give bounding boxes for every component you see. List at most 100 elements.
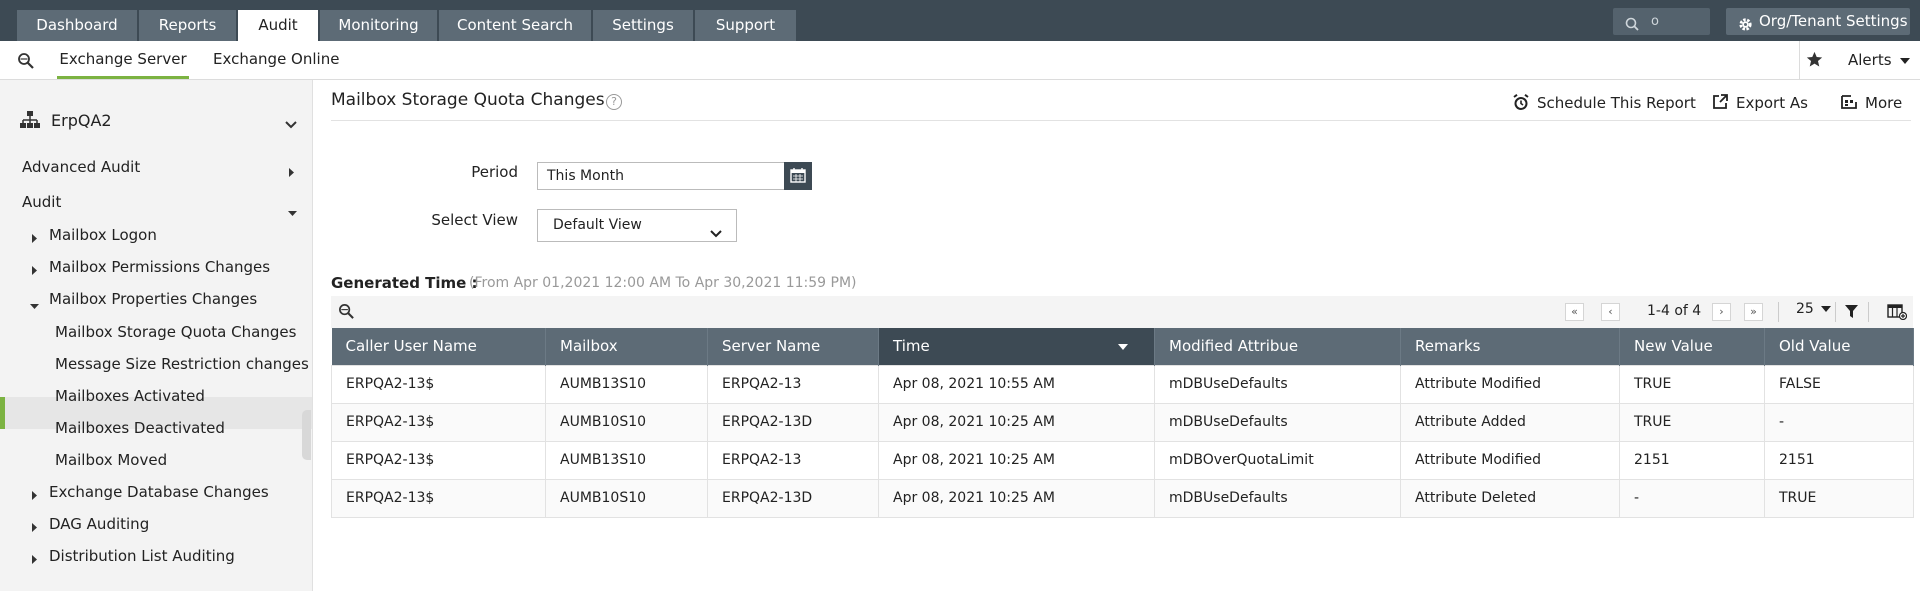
report-panel: Mailbox Storage Quota Changes ? Schedule…	[313, 80, 1920, 591]
column-header-time[interactable]: Time	[878, 328, 1155, 365]
table-toolbar: « ‹ 1-4 of 4 › » 25	[331, 296, 1913, 328]
tab-dashboard[interactable]: Dashboard	[17, 10, 137, 41]
tab-content-search[interactable]: Content Search	[439, 10, 591, 41]
global-search-input[interactable]: o	[1613, 8, 1710, 35]
audit-table: Caller User Name Mailbox Server Name Tim…	[331, 328, 1914, 518]
sidebar-item-mailbox-storage-quota-changes[interactable]: Mailbox Storage Quota Changes	[55, 323, 296, 341]
subtab-exchange-online[interactable]: Exchange Online	[213, 41, 339, 79]
tab-monitoring[interactable]: Monitoring	[320, 10, 437, 41]
sidebar-item-mailbox-properties-changes[interactable]: Mailbox Properties Changes	[49, 290, 257, 308]
alerts-label: Alerts	[1848, 51, 1892, 69]
sidebar-item-mailboxes-activated[interactable]: Mailboxes Activated	[55, 387, 205, 405]
cell-time: Apr 08, 2021 10:25 AM	[878, 440, 1155, 480]
generated-time-range: (From Apr 01,2021 12:00 AM To Apr 30,202…	[469, 275, 857, 291]
export-as-label: Export As	[1736, 94, 1808, 112]
cell-new-value: TRUE	[1619, 402, 1765, 442]
sidebar-collapse-handle[interactable]	[302, 410, 311, 460]
caret-right-icon	[289, 165, 294, 181]
select-view-dropdown[interactable]: Default View	[537, 209, 737, 242]
last-page-button[interactable]: »	[1744, 303, 1763, 321]
caret-right-icon	[32, 231, 37, 247]
more-icon	[1841, 94, 1857, 114]
column-chooser-icon[interactable]	[1887, 304, 1908, 324]
divider	[331, 120, 1911, 121]
calendar-icon	[790, 168, 806, 183]
chevron-down-icon	[1900, 57, 1911, 64]
sidebar-item-mailbox-permissions-changes[interactable]: Mailbox Permissions Changes	[49, 258, 270, 276]
chevron-down-icon[interactable]	[285, 117, 297, 133]
calendar-button[interactable]	[784, 162, 812, 190]
schedule-report-label: Schedule This Report	[1537, 94, 1696, 112]
search-filter-icon[interactable]	[17, 52, 35, 74]
sidebar-section-advanced-audit[interactable]: Advanced Audit	[22, 158, 140, 176]
sidebar-item-message-size-restriction-changes[interactable]: Message Size Restriction changes	[55, 355, 309, 373]
page-size-value: 25	[1796, 301, 1814, 317]
help-icon[interactable]: ?	[606, 94, 622, 110]
prev-page-button[interactable]: ‹	[1601, 303, 1620, 321]
cell-server-name: ERPQA2-13D	[707, 478, 879, 518]
alarm-clock-icon	[1513, 93, 1529, 115]
cell-modified-attribute: mDBOverQuotaLimit	[1154, 440, 1401, 480]
caret-down-icon	[30, 297, 39, 313]
subtab-exchange-server[interactable]: Exchange Server	[57, 41, 189, 79]
caret-down-icon	[288, 204, 297, 220]
sidebar-item-mailboxes-deactivated[interactable]: Mailboxes Deactivated	[55, 419, 225, 437]
cell-remarks: Attribute Deleted	[1400, 478, 1620, 518]
column-header-server-name[interactable]: Server Name	[707, 328, 879, 365]
sidebar-item-exchange-database-changes[interactable]: Exchange Database Changes	[49, 483, 269, 501]
cell-mailbox: AUMB13S10	[545, 440, 708, 480]
cell-time: Apr 08, 2021 10:55 AM	[878, 364, 1155, 404]
column-header-caller-user-name[interactable]: Caller User Name	[331, 328, 546, 365]
sidebar-item-dag-auditing[interactable]: DAG Auditing	[49, 515, 149, 533]
period-input[interactable]: This Month	[537, 162, 786, 190]
period-label: Period	[471, 163, 518, 181]
tab-settings[interactable]: Settings	[593, 10, 693, 41]
cell-new-value: -	[1619, 478, 1765, 518]
table-row[interactable]: ERPQA2-13$ AUMB13S10 ERPQA2-13 Apr 08, 2…	[331, 364, 1914, 404]
sidebar-item-mailbox-logon[interactable]: Mailbox Logon	[49, 226, 157, 244]
org-tenant-settings-label: Org/Tenant Settings	[1759, 12, 1908, 30]
sidebar-section-audit[interactable]: Audit	[22, 193, 61, 211]
export-as-button[interactable]: Export As	[1713, 94, 1808, 112]
table-search-icon[interactable]	[338, 303, 355, 324]
column-header-mailbox[interactable]: Mailbox	[545, 328, 708, 365]
next-page-button[interactable]: ›	[1712, 303, 1731, 321]
more-button[interactable]: More	[1841, 94, 1903, 112]
tab-support[interactable]: Support	[695, 10, 796, 41]
column-header-new-value[interactable]: New Value	[1619, 328, 1765, 365]
tab-audit[interactable]: Audit	[238, 10, 318, 41]
cell-remarks: Attribute Modified	[1400, 364, 1620, 404]
org-selector[interactable]: ErpQA2	[51, 111, 112, 130]
caret-right-icon	[32, 488, 37, 504]
more-label: More	[1865, 94, 1903, 112]
sidebar: ErpQA2 Advanced Audit Audit Mailbox Logo…	[0, 80, 313, 591]
table-row[interactable]: ERPQA2-13$ AUMB10S10 ERPQA2-13D Apr 08, …	[331, 478, 1914, 518]
chevron-down-icon	[710, 219, 722, 250]
page-title: Mailbox Storage Quota Changes	[331, 90, 605, 110]
table-row[interactable]: ERPQA2-13$ AUMB10S10 ERPQA2-13D Apr 08, …	[331, 402, 1914, 442]
schedule-report-button[interactable]: Schedule This Report	[1513, 93, 1696, 112]
cell-modified-attribute: mDBUseDefaults	[1154, 364, 1401, 404]
org-tenant-settings-button[interactable]: Org/Tenant Settings	[1726, 8, 1910, 35]
alerts-dropdown[interactable]: Alerts	[1848, 51, 1911, 69]
first-page-button[interactable]: «	[1565, 303, 1584, 321]
cell-remarks: Attribute Added	[1400, 402, 1620, 442]
filter-icon[interactable]	[1845, 305, 1858, 322]
page-size-dropdown[interactable]: 25	[1796, 301, 1832, 317]
column-header-time-label: Time	[893, 337, 930, 356]
column-header-modified-attribute[interactable]: Modified Attribue	[1154, 328, 1401, 365]
cell-caller-user-name: ERPQA2-13$	[331, 440, 546, 480]
cell-server-name: ERPQA2-13	[707, 440, 879, 480]
cell-time: Apr 08, 2021 10:25 AM	[878, 402, 1155, 442]
column-header-old-value[interactable]: Old Value	[1764, 328, 1914, 365]
table-row[interactable]: ERPQA2-13$ AUMB13S10 ERPQA2-13 Apr 08, 2…	[331, 440, 1914, 480]
sidebar-item-distribution-list-auditing[interactable]: Distribution List Auditing	[49, 547, 235, 565]
select-view-label: Select View	[431, 211, 518, 229]
org-hierarchy-icon	[20, 111, 40, 133]
export-icon	[1712, 94, 1728, 114]
cell-mailbox: AUMB10S10	[545, 402, 708, 442]
sidebar-item-mailbox-moved[interactable]: Mailbox Moved	[55, 451, 167, 469]
favorite-star-icon[interactable]	[1806, 51, 1823, 72]
tab-reports[interactable]: Reports	[139, 10, 236, 41]
column-header-remarks[interactable]: Remarks	[1400, 328, 1620, 365]
